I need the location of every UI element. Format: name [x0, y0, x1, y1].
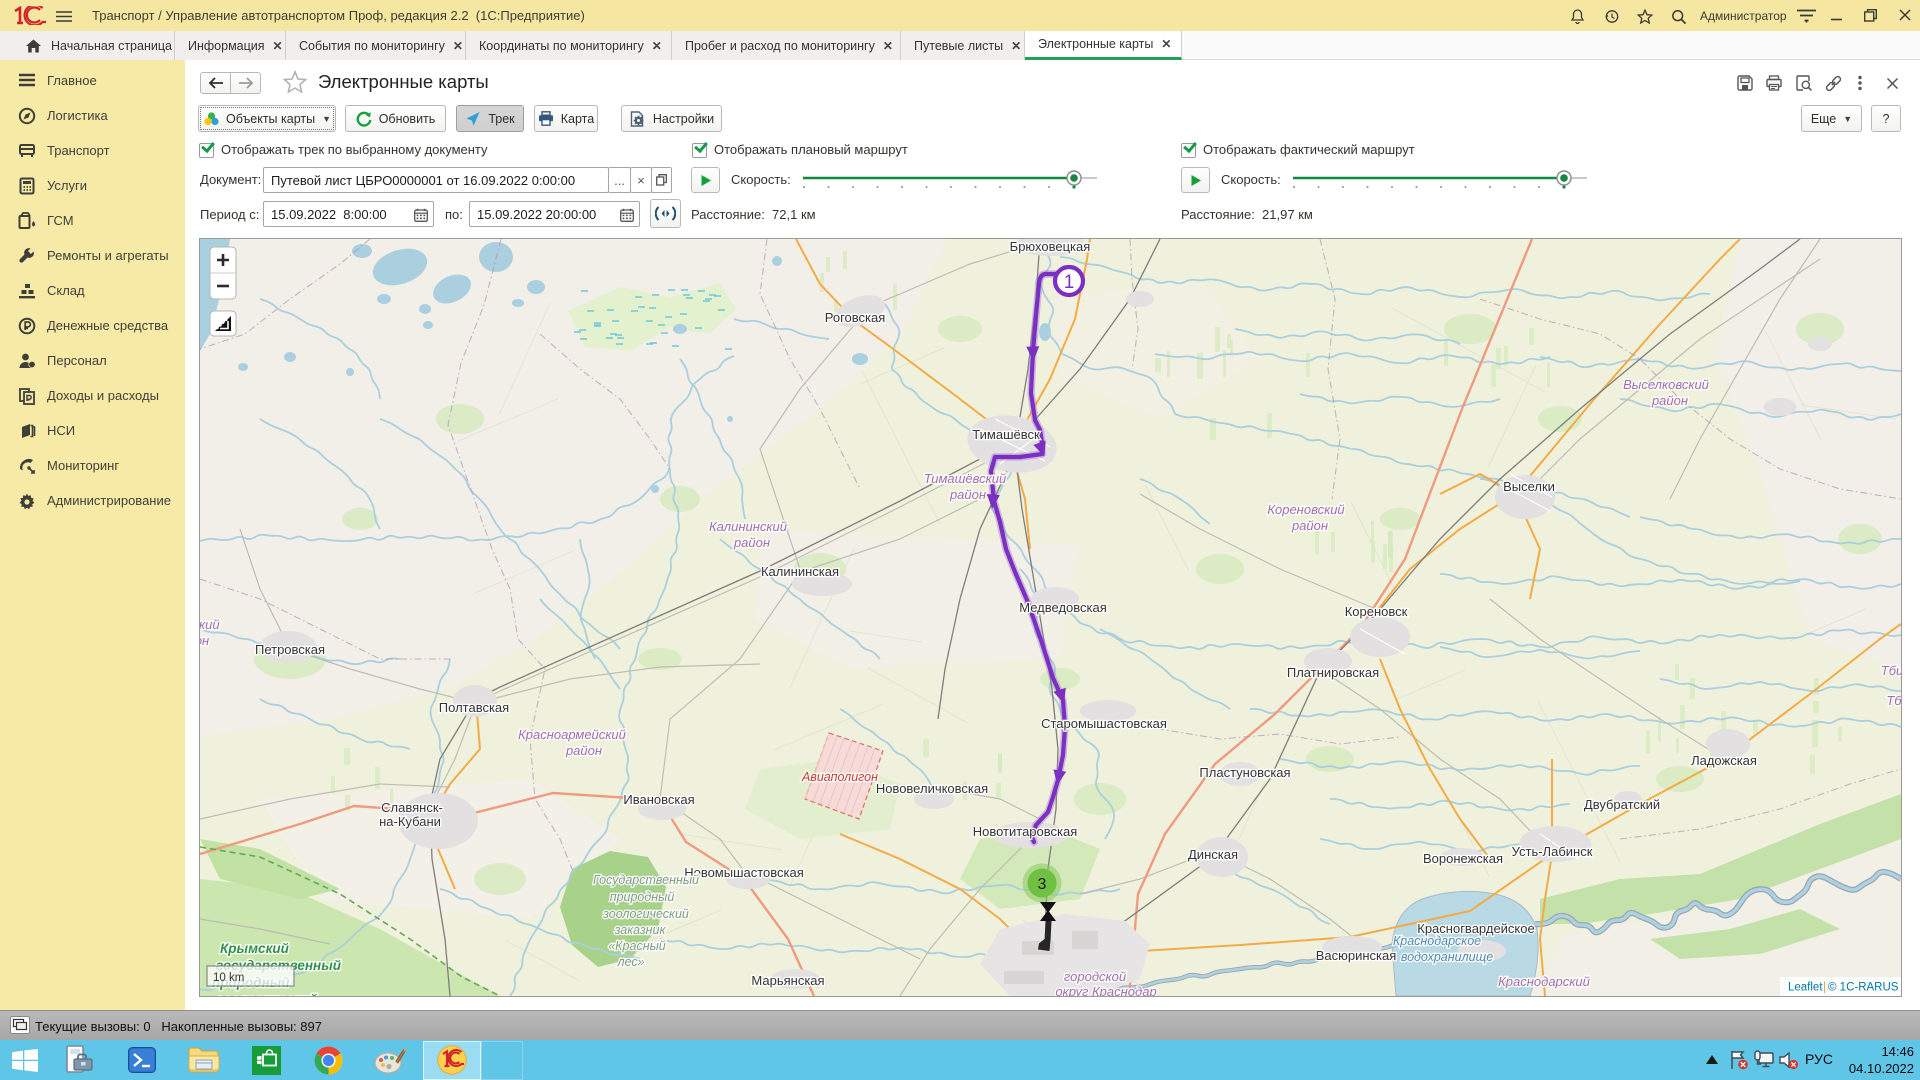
svg-text:© 1C-RARUS: © 1C-RARUS: [1828, 982, 1899, 994]
svg-text:1: 1: [1064, 272, 1075, 293]
svg-text:Ладожская: Ладожская: [1691, 753, 1757, 768]
svg-text:Тимашёвский: Тимашёвский: [924, 471, 1007, 486]
svg-text:водохранилище: водохранилище: [1401, 950, 1493, 964]
svg-text:район: район: [1651, 393, 1688, 408]
svg-text:Тб: Тб: [1886, 693, 1901, 708]
svg-text:Калининская: Калининская: [761, 564, 839, 579]
svg-text:10 km: 10 km: [213, 972, 244, 984]
svg-text:Калининский: Калининский: [709, 519, 787, 534]
svg-text:Славянск-: Славянск-: [381, 800, 443, 815]
svg-text:район: район: [733, 535, 770, 550]
svg-text:Краснодарский: Краснодарский: [1498, 974, 1590, 989]
svg-text:Двубратский: Двубратский: [1584, 797, 1660, 812]
svg-text:лес»: лес»: [616, 955, 644, 969]
svg-text:Петровская: Петровская: [255, 642, 325, 657]
svg-text:Тби: Тби: [1881, 663, 1901, 678]
svg-text:Краснодарское: Краснодарское: [1393, 934, 1481, 948]
svg-text:Тимашёвск: Тимашёвск: [972, 427, 1040, 442]
svg-text:«Красный: «Красный: [608, 939, 666, 953]
svg-text:3: 3: [1038, 876, 1047, 893]
svg-text:на-Кубани: на-Кубани: [379, 814, 441, 829]
svg-text:Нововеличковская: Нововеличковская: [876, 781, 988, 796]
svg-text:Старомышастовская: Старомышастовская: [1041, 716, 1167, 731]
svg-text:городской: городской: [1064, 969, 1126, 984]
svg-text:Кореновский: Кореновский: [1267, 502, 1344, 517]
svg-text:Выселковский: Выселковский: [1623, 377, 1709, 392]
svg-text:Новотитаровская: Новотитаровская: [973, 824, 1078, 839]
svg-text:Пластуновская: Пластуновская: [1199, 765, 1290, 780]
svg-text:Брюховецкая: Брюховецкая: [1010, 239, 1091, 254]
svg-text:Медведовская: Медведовская: [1019, 600, 1107, 615]
svg-text:район: район: [949, 487, 986, 502]
svg-text:Leaflet: Leaflet: [1788, 982, 1823, 994]
svg-text:округ Краснодар: округ Краснодар: [1055, 984, 1156, 996]
svg-text:Роговская: Роговская: [825, 310, 886, 325]
svg-text:Выселки: Выселки: [1503, 479, 1555, 494]
svg-text:Воронежская: Воронежская: [1423, 851, 1503, 866]
svg-text:Крымский: Крымский: [220, 941, 290, 956]
svg-text:Кореновск: Кореновск: [1345, 604, 1408, 619]
svg-text:заказник: заказник: [614, 923, 667, 937]
svg-text:ский: ский: [200, 617, 220, 632]
svg-text:Ивановская: Ивановская: [623, 792, 694, 807]
svg-text:Динская: Динская: [1188, 847, 1238, 862]
svg-text:Государственный: Государственный: [593, 873, 699, 887]
svg-text:природный: природный: [610, 890, 675, 904]
svg-text:Васюринская: Васюринская: [1316, 948, 1397, 963]
svg-text:|: |: [1823, 982, 1826, 994]
svg-text:зоологический: зоологический: [216, 992, 318, 996]
svg-text:Авиаполигон: Авиаполигон: [801, 770, 878, 784]
svg-text:Усть-Лабинск: Усть-Лабинск: [1512, 844, 1593, 859]
svg-text:район: район: [565, 743, 602, 758]
svg-text:Платнировская: Платнировская: [1287, 665, 1379, 680]
svg-text:он: он: [200, 633, 209, 648]
svg-text:Марьянская: Марьянская: [751, 973, 824, 988]
svg-text:район: район: [1291, 518, 1328, 533]
svg-text:Красноармейский: Красноармейский: [518, 727, 626, 742]
svg-text:Полтавская: Полтавская: [439, 700, 509, 715]
svg-text:Новомышастовская: Новомышастовская: [684, 865, 804, 880]
svg-text:зоологический: зоологический: [602, 907, 689, 921]
